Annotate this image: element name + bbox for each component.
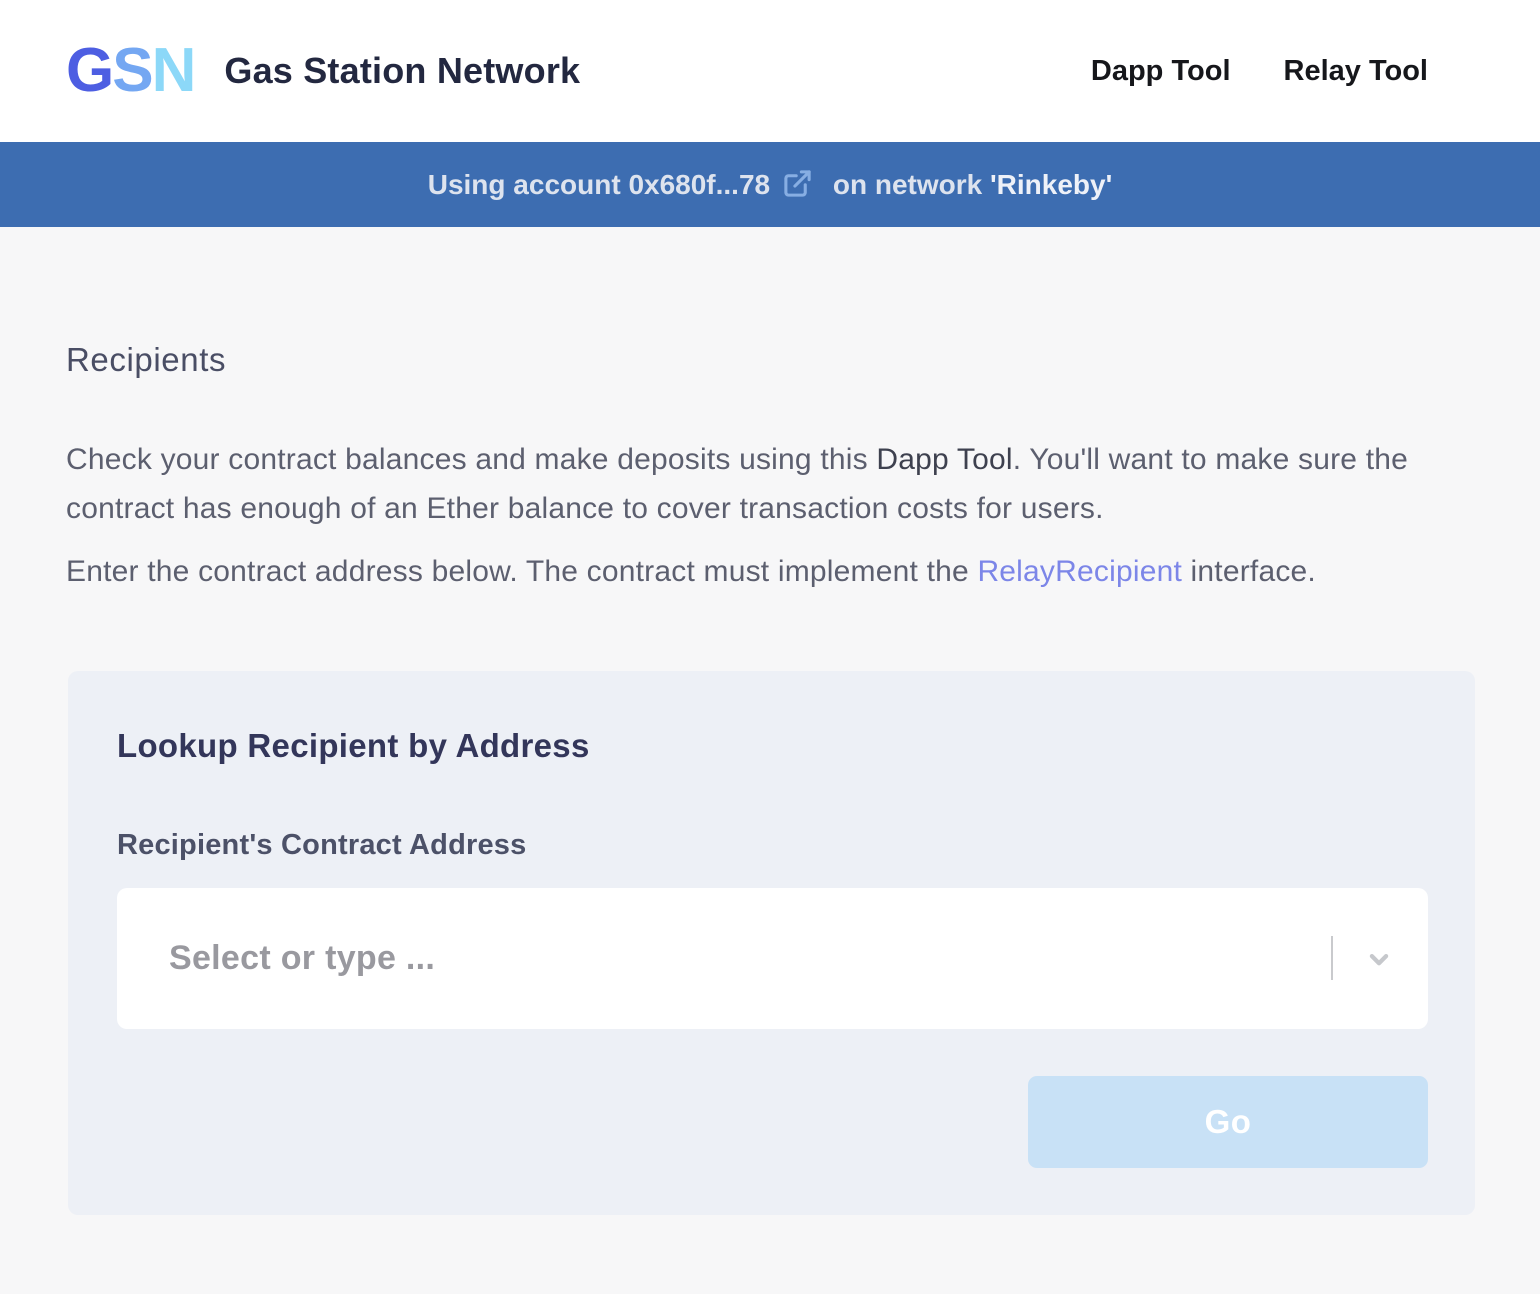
intro-paragraph: Check your contract balances and make de… [66,435,1475,533]
gsn-logo[interactable]: G S N [66,40,194,102]
logo-letter-g: G [66,40,112,102]
paragraph1-before: Check your contract balances and make de… [66,443,876,476]
paragraph2-before: Enter the contract address below. The co… [66,555,977,588]
page-title: Recipients [66,227,1475,379]
paragraph1-emphasis: Dapp Tool [876,443,1012,476]
go-button[interactable]: Go [1028,1076,1428,1168]
select-divider [1331,936,1333,980]
logo-letter-s: S [112,40,151,102]
instruction-paragraph: Enter the contract address below. The co… [66,547,1475,596]
account-banner: Using account 0x680f...78 on network 'Ri… [0,142,1540,227]
app-header: G S N Gas Station Network Dapp Tool Rela… [0,0,1540,142]
select-placeholder: Select or type ... [169,939,435,978]
logo-letter-n: N [152,40,195,102]
banner-text-before: Using account [428,169,629,201]
contract-address-label: Recipient's Contract Address [117,829,1428,862]
main-content: Recipients Check your contract balances … [0,227,1540,1215]
banner-text-after: on network [825,169,990,201]
external-link-icon[interactable] [782,168,813,206]
account-address-link[interactable]: 0x680f...78 [628,166,825,204]
go-button-row: Go [117,1076,1428,1168]
nav-dapp-tool[interactable]: Dapp Tool [1091,55,1231,88]
network-name: 'Rinkeby' [990,169,1112,201]
paragraph2-after: interface. [1182,555,1316,588]
contract-address-select[interactable]: Select or type ... [117,888,1428,1029]
lookup-card-title: Lookup Recipient by Address [117,727,1428,765]
header-nav: Dapp Tool Relay Tool [1091,55,1428,88]
chevron-down-icon[interactable] [1362,942,1396,976]
account-address: 0x680f...78 [628,169,770,201]
relay-recipient-link[interactable]: RelayRecipient [977,555,1182,588]
nav-relay-tool[interactable]: Relay Tool [1284,55,1429,88]
app-title: Gas Station Network [224,50,580,92]
lookup-card: Lookup Recipient by Address Recipient's … [68,671,1475,1215]
